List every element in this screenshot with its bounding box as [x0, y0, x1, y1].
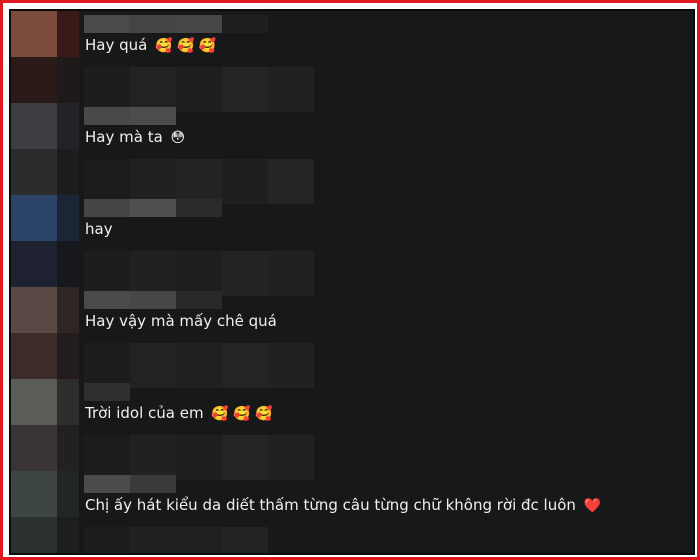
avatar[interactable] [11, 11, 57, 57]
avatar[interactable] [11, 471, 57, 517]
comment-body: Chị ấy hát kiểu da diết thấm từng câu từ… [85, 496, 576, 514]
list-item: hay [79, 195, 693, 296]
username-blurred[interactable] [84, 15, 268, 33]
username-blurred[interactable] [84, 107, 176, 125]
comment-actions-blurred [84, 527, 268, 553]
image-frame: Hay quá 🥰 🥰 🥰 Hay mà ta 😳 hay Hay vậy mà… [0, 0, 700, 560]
list-item: Hay vậy mà mấy chê quá [79, 287, 693, 388]
comment-section: Hay quá 🥰 🥰 🥰 Hay mà ta 😳 hay Hay vậy mà… [9, 9, 695, 555]
avatar-column [11, 11, 79, 553]
avatar[interactable] [11, 333, 57, 379]
avatar[interactable] [11, 195, 57, 241]
comment-body: Hay quá [85, 36, 148, 54]
list-item: Trời idol của em 🥰 🥰 🥰 [79, 379, 693, 480]
list-item: Chị ấy hát kiểu da diết thấm từng câu từ… [79, 471, 693, 553]
smiling-hearts-emoji-icon: 🥰 🥰 🥰 [211, 406, 273, 422]
comment-list: Hay quá 🥰 🥰 🥰 Hay mà ta 😳 hay Hay vậy mà… [79, 11, 693, 553]
avatar[interactable] [11, 57, 57, 103]
comment-text: hay [85, 219, 113, 239]
username-blurred[interactable] [84, 199, 222, 217]
username-blurred[interactable] [84, 383, 130, 401]
avatar[interactable] [11, 103, 57, 149]
avatar[interactable] [11, 379, 57, 425]
comment-body: Trời idol của em [85, 404, 204, 422]
comment-text: Trời idol của em 🥰 🥰 🥰 [85, 403, 273, 424]
red-heart-emoji-icon: ❤️ [583, 498, 602, 514]
comment-text: Hay mà ta 😳 [85, 127, 185, 148]
comment-body: Hay vậy mà mấy chê quá [85, 312, 277, 330]
avatar[interactable] [11, 149, 57, 195]
comment-text: Chị ấy hát kiểu da diết thấm từng câu từ… [85, 495, 601, 516]
comment-body: hay [85, 220, 113, 238]
comment-text: Hay vậy mà mấy chê quá [85, 311, 277, 331]
list-item: Hay mà ta 😳 [79, 103, 693, 204]
comment-body: Hay mà ta [85, 128, 163, 146]
list-item: Hay quá 🥰 🥰 🥰 [79, 11, 693, 112]
flushed-face-emoji-icon: 😳 [170, 130, 186, 146]
avatar[interactable] [11, 425, 57, 471]
avatar[interactable] [11, 241, 57, 287]
avatar[interactable] [11, 517, 57, 553]
username-blurred[interactable] [84, 291, 222, 309]
username-blurred[interactable] [84, 475, 176, 493]
smiling-hearts-emoji-icon: 🥰 🥰 🥰 [155, 38, 217, 54]
comment-text: Hay quá 🥰 🥰 🥰 [85, 35, 216, 56]
avatar[interactable] [11, 287, 57, 333]
